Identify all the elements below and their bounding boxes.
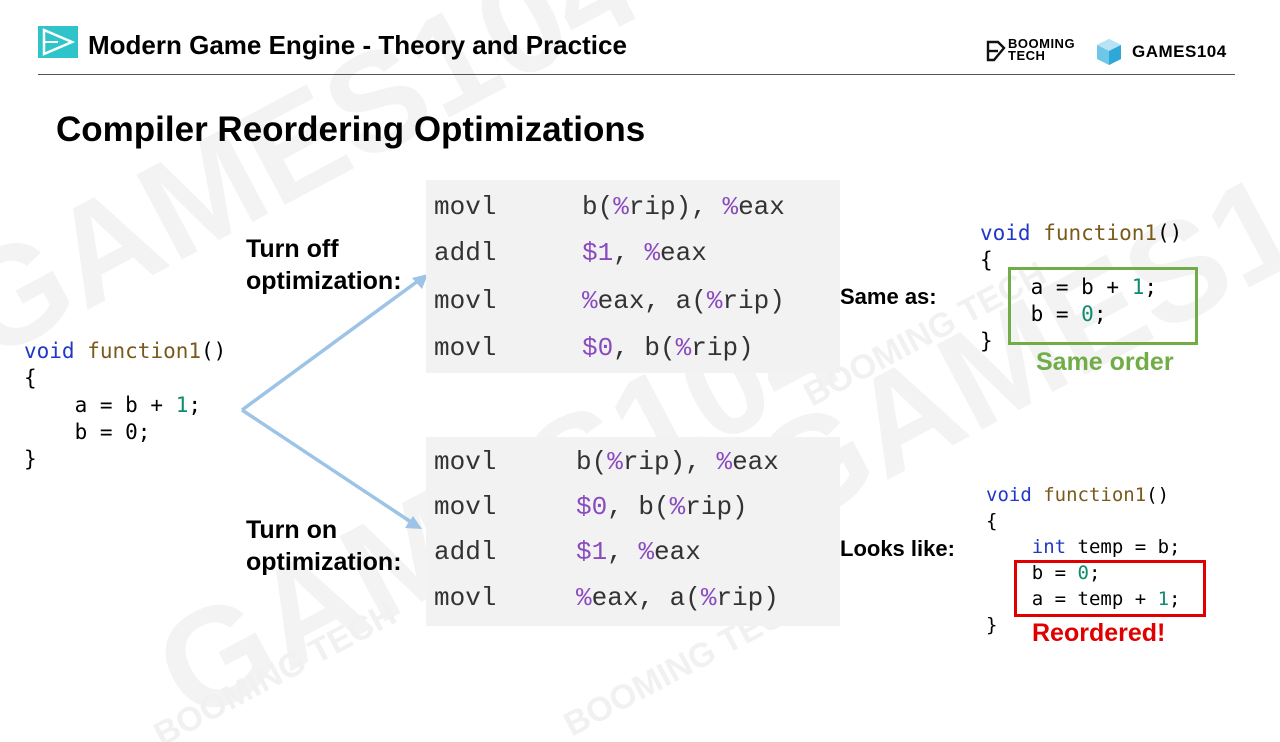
asm-args: %eax, a(%rip): [582, 286, 785, 316]
slide-title: Compiler Reordering Optimizations: [56, 110, 646, 149]
asm-args: b(%rip), %eax: [576, 447, 779, 477]
asm-op: movl: [434, 333, 497, 363]
asm-register-sigil: %: [644, 238, 661, 268]
asm-register-sigil: %: [706, 286, 723, 316]
asm-register-sigil: %: [669, 492, 686, 522]
brand-tech-text: TECH: [1008, 48, 1046, 63]
code-line: }: [980, 329, 993, 353]
code-number: 1: [175, 393, 189, 417]
code-line: {: [986, 510, 998, 532]
asm-args: $1, %eax: [576, 537, 701, 567]
games104-cube-icon: [1097, 39, 1121, 65]
code-line: void function1(): [986, 484, 1170, 506]
asm-args: $1, %eax: [582, 238, 707, 268]
code-keyword: void: [980, 221, 1031, 245]
play-logo-icon: [38, 26, 78, 58]
asm-args: $0, b(%rip): [576, 492, 748, 522]
code-line: }: [24, 447, 37, 471]
code-function-name: function1: [87, 339, 202, 363]
code-line: {: [24, 366, 37, 390]
header-title: Modern Game Engine - Theory and Practice: [88, 30, 627, 60]
asm-op: addl: [434, 238, 497, 268]
asm-register-sigil: %: [638, 537, 655, 567]
same-order-highlight-box: [1008, 267, 1198, 345]
looks-like-label: Looks like:: [840, 536, 955, 561]
asm-op: movl: [434, 286, 497, 316]
code-line: a = b + 1;: [24, 393, 202, 417]
arrow-to-optimized: [241, 408, 415, 526]
turn-on-text: Turn on: [246, 516, 338, 544]
asm-op: movl: [434, 192, 497, 222]
code-line: int temp = b;: [1031, 536, 1181, 558]
turn-off-text: Turn off: [246, 235, 339, 263]
booming-tech-logo: BOOMING TECH: [984, 37, 1084, 69]
code-function-name: function1: [1043, 221, 1158, 245]
brand-games-text: GAMES104: [1132, 42, 1227, 61]
code-line: {: [980, 248, 993, 272]
asm-register-sigil: %: [700, 583, 717, 613]
code-line: }: [986, 614, 998, 636]
turn-on-optimization-text: optimization:: [246, 548, 402, 576]
arrow-to-unoptimized: [240, 276, 424, 412]
reordered-highlight-box: [1014, 560, 1206, 617]
booming-icon: [986, 40, 1006, 62]
asm-register-sigil: %: [722, 192, 739, 222]
turn-off-label: Turn off optimization:: [246, 233, 402, 297]
asm-register-sigil: %: [716, 447, 733, 477]
asm-args: b(%rip), %eax: [582, 192, 785, 222]
asm-immediate: $1: [576, 537, 608, 567]
asm-register-sigil: %: [675, 333, 692, 363]
watermark-booming-1: BOOMING TECH: [148, 595, 403, 742]
code-line: b = 0;: [24, 420, 151, 444]
code-keyword: int: [1031, 536, 1067, 558]
code-function-name: function1: [1043, 484, 1147, 506]
asm-optimized-block: movl b(%rip), %eax movl $0, b(%rip) addl $1…: [426, 437, 840, 626]
turn-off-optimization-text: optimization:: [246, 267, 402, 295]
code-keyword: void: [24, 339, 75, 363]
asm-immediate: $1: [582, 238, 614, 268]
asm-immediate: $0: [582, 333, 614, 363]
reordered-label: Reordered!: [1032, 619, 1166, 647]
same-order-label: Same order: [1036, 348, 1174, 376]
asm-op: movl: [434, 492, 497, 522]
asm-op: addl: [434, 537, 497, 567]
code-line: void function1(): [24, 339, 227, 363]
asm-op: movl: [434, 447, 497, 477]
asm-register-sigil: %: [613, 192, 629, 222]
asm-immediate: $0: [576, 492, 608, 522]
asm-unoptimized-block: movl b(%rip), %eax addl $1, %eax movl %eax,…: [426, 180, 840, 373]
same-as-label: Same as:: [840, 284, 937, 309]
asm-args: $0, b(%rip): [582, 333, 754, 363]
asm-register-sigil: %: [607, 447, 623, 477]
code-line: void function1(): [980, 221, 1183, 245]
asm-register-sigil: %: [582, 286, 598, 316]
asm-op: movl: [434, 583, 497, 613]
branch-arrows: [240, 274, 428, 529]
asm-register-sigil: %: [576, 583, 592, 613]
source-code-block: void function1() { a = b + 1; b = 0; }: [24, 338, 226, 473]
asm-args: %eax, a(%rip): [576, 583, 779, 613]
code-keyword: void: [986, 484, 1032, 506]
turn-on-label: Turn on optimization:: [246, 514, 402, 578]
games104-logo: GAMES104: [1094, 36, 1227, 68]
header-divider: [38, 74, 1235, 75]
